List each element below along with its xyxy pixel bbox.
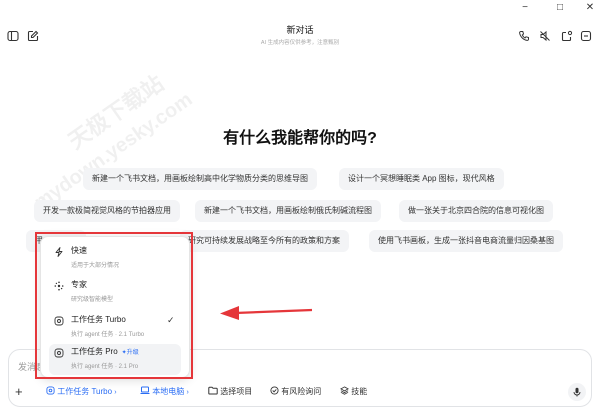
close-icon: ✕ — [585, 1, 595, 13]
suggestion-chip[interactable]: 使用飞书画板，生成一张抖音电商流量归因桑基图 — [369, 230, 563, 252]
minimize-icon: − — [522, 1, 528, 13]
local-computer-label: 本地电脑 — [152, 387, 185, 396]
call-button[interactable] — [517, 29, 531, 43]
add-button[interactable]: + — [15, 384, 23, 400]
share-button[interactable] — [560, 29, 574, 43]
more-button[interactable] — [579, 29, 593, 43]
microphone-icon — [573, 387, 581, 397]
watermark-url: mydown.yesky.com — [30, 88, 197, 214]
welcome-heading: 有什么我能帮你的吗? — [223, 130, 377, 147]
suggestion-chip[interactable]: 开发一款极简视觉风格的节拍器应用 — [34, 200, 180, 222]
mode-selector-label: 工作任务 Turbo — [57, 387, 113, 396]
check-circle-icon — [270, 386, 281, 396]
maximize-button[interactable]: □ — [545, 0, 575, 14]
voice-input-button[interactable] — [568, 383, 586, 401]
share-icon — [561, 30, 573, 42]
skill-icon — [340, 386, 351, 396]
chevron-right-icon: › — [186, 389, 189, 396]
skills-button[interactable]: 技能 — [340, 384, 367, 400]
maximize-icon: □ — [556, 1, 564, 13]
folder-icon — [208, 386, 220, 396]
minimize-button[interactable]: − — [510, 0, 540, 14]
local-computer-button[interactable]: 本地电脑 › — [140, 384, 189, 400]
highlight-box — [35, 232, 193, 379]
risk-ask-toggle[interactable]: 有风险询问 — [270, 384, 321, 400]
suggestion-chip[interactable]: 研究可持续发展战略至今所有的政策和方案 — [180, 230, 349, 252]
phone-icon — [519, 31, 529, 41]
annotation-arrow — [220, 306, 313, 320]
page-title: 新对话 — [286, 25, 314, 35]
select-project-button[interactable]: 选择项目 — [208, 384, 252, 400]
risk-ask-label: 有风险询问 — [281, 387, 322, 396]
suggestion-chip[interactable]: 新建一个飞书文档，用画板绘制俄氏制碱流程图 — [195, 200, 381, 222]
close-button[interactable]: ✕ — [575, 0, 600, 14]
mute-button[interactable] — [538, 29, 552, 43]
mode-selector[interactable]: 工作任务 Turbo › — [46, 384, 117, 400]
suggestion-chip[interactable]: 新建一个飞书文档，用画板绘制高中化学物质分类的思维导图 — [83, 168, 317, 190]
laptop-icon — [140, 386, 152, 396]
speaker-off-icon — [540, 30, 550, 42]
skills-label: 技能 — [351, 387, 368, 396]
select-project-label: 选择项目 — [220, 387, 253, 396]
page-subtitle: AI 生成内容仅供参考，注意甄别 — [260, 40, 340, 46]
suggestion-chip[interactable]: 设计一个冥想睡眠类 App 图标，现代风格 — [339, 168, 504, 190]
task-icon — [46, 386, 57, 396]
suggestion-chip[interactable]: 做一张关于北京四合院的信息可视化图 — [399, 200, 553, 222]
more-icon — [580, 30, 592, 42]
chevron-right-icon: › — [114, 389, 117, 396]
